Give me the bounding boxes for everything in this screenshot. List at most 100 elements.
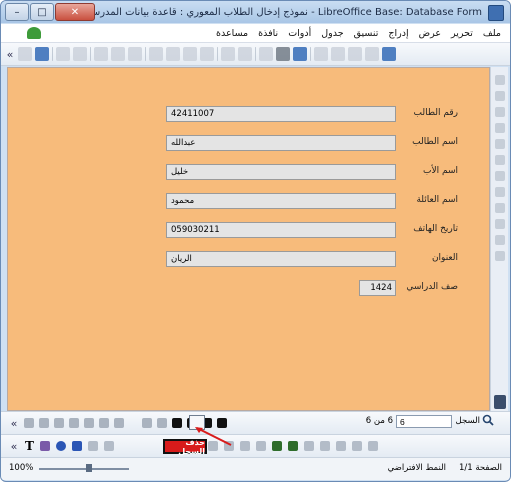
- record-number-input[interactable]: [396, 415, 452, 428]
- menu-view[interactable]: عرض: [414, 28, 446, 39]
- extrusion-icon[interactable]: [319, 441, 330, 451]
- curve-tool-icon[interactable]: [39, 441, 50, 451]
- autofilter-icon[interactable]: [84, 418, 94, 428]
- open-icon[interactable]: [35, 47, 49, 61]
- listbox-icon[interactable]: [494, 203, 505, 213]
- menu-insert[interactable]: إدراج: [383, 28, 413, 39]
- toolbar-separator: [145, 47, 146, 61]
- field-label-father-name: اسم الأب: [423, 166, 458, 176]
- sort-icon[interactable]: [24, 418, 34, 428]
- text-tool-icon[interactable]: T: [25, 439, 34, 453]
- undo-icon[interactable]: [221, 47, 235, 61]
- redo-icon[interactable]: [238, 47, 252, 61]
- search-icon[interactable]: [482, 414, 494, 426]
- line-tool-icon[interactable]: [87, 441, 98, 451]
- rectangle-tool-icon[interactable]: [71, 441, 82, 451]
- textbox-icon[interactable]: [494, 155, 505, 165]
- table-icon[interactable]: [276, 47, 290, 61]
- field-label-phone: تاريخ الهاتف: [413, 224, 458, 234]
- label-icon[interactable]: [494, 171, 505, 181]
- navbar-handle-icon[interactable]: «: [9, 417, 19, 430]
- new-icon[interactable]: [18, 47, 32, 61]
- push-button-icon[interactable]: [494, 235, 505, 245]
- menu-window[interactable]: نافذة: [253, 28, 283, 39]
- copy-icon[interactable]: [166, 47, 180, 61]
- datasources-icon[interactable]: [331, 47, 345, 61]
- sort-asc-icon[interactable]: [54, 418, 64, 428]
- document-icon[interactable]: [27, 27, 41, 39]
- student-id-field[interactable]: 42411007: [166, 106, 396, 122]
- gallery-icon[interactable]: [314, 47, 328, 61]
- navigator-icon[interactable]: [293, 47, 307, 61]
- arrange-icon[interactable]: [351, 441, 362, 451]
- menu-edit[interactable]: تحرير: [446, 28, 478, 39]
- menu-format[interactable]: تنسيق: [349, 28, 384, 39]
- format-paint-icon[interactable]: [200, 47, 214, 61]
- menu-help[interactable]: مساعدة: [211, 28, 253, 39]
- paste-icon[interactable]: [183, 47, 197, 61]
- page-status: الصفحة 1/1: [458, 463, 502, 473]
- control-icon[interactable]: [494, 107, 505, 117]
- from-file-icon[interactable]: [303, 441, 314, 451]
- filter-icon[interactable]: [39, 418, 49, 428]
- next-record-icon[interactable]: [172, 418, 182, 428]
- zoom-level[interactable]: 100%: [9, 463, 33, 473]
- checkbox-icon[interactable]: [494, 139, 505, 149]
- drawbar-handle-icon[interactable]: «: [9, 440, 19, 453]
- maximize-button[interactable]: □: [30, 3, 54, 21]
- form-navigator-icon[interactable]: [493, 395, 506, 409]
- menu-tools[interactable]: أدوات: [283, 28, 316, 39]
- student-name-field[interactable]: عبدالله: [166, 135, 396, 151]
- toolbar-handle-icon[interactable]: «: [5, 48, 15, 61]
- field-label-address: العنوان: [431, 253, 458, 263]
- save-icon[interactable]: [56, 47, 70, 61]
- menu-file[interactable]: ملف: [478, 28, 506, 39]
- minimize-button[interactable]: –: [5, 3, 29, 21]
- status-bar: 100% النمط الافتراضي الصفحة 1/1: [1, 457, 510, 480]
- close-button[interactable]: ✕: [55, 3, 95, 21]
- cut-icon[interactable]: [149, 47, 163, 61]
- combobox-icon[interactable]: [494, 219, 505, 229]
- ellipse-tool-icon[interactable]: [55, 441, 66, 451]
- spellcheck-icon[interactable]: [128, 47, 142, 61]
- refresh-control-icon[interactable]: [114, 418, 124, 428]
- help-icon[interactable]: [382, 47, 396, 61]
- select-icon[interactable]: [494, 75, 505, 85]
- print-icon[interactable]: [94, 47, 108, 61]
- window-controls: – □ ✕: [5, 3, 95, 21]
- refresh-icon[interactable]: [99, 418, 109, 428]
- callouts-icon[interactable]: [239, 441, 250, 451]
- zoom-slider[interactable]: [39, 468, 129, 470]
- zoom-slider-thumb[interactable]: [86, 464, 92, 472]
- preview-icon[interactable]: [111, 47, 125, 61]
- zoom-icon[interactable]: [365, 47, 379, 61]
- image-button-icon[interactable]: [494, 251, 505, 261]
- family-name-field[interactable]: محمود: [166, 193, 396, 209]
- design-mode-icon[interactable]: [494, 91, 505, 101]
- phone-field[interactable]: 059030211: [166, 222, 396, 238]
- title-bar: LibreOffice Base: Database Form - نموذج …: [1, 1, 510, 23]
- father-name-field[interactable]: خليل: [166, 164, 396, 180]
- fontwork-icon[interactable]: [287, 441, 298, 451]
- points-icon[interactable]: [271, 441, 282, 451]
- option-icon[interactable]: [494, 187, 505, 197]
- nonprinting-icon[interactable]: [348, 47, 362, 61]
- group-icon[interactable]: [367, 441, 378, 451]
- sort-desc-icon[interactable]: [69, 418, 79, 428]
- field-label-family-name: اسم العائلة: [416, 195, 458, 205]
- undo-record-icon[interactable]: [142, 418, 152, 428]
- hyperlink-icon[interactable]: [259, 47, 273, 61]
- edit-icon[interactable]: [73, 47, 87, 61]
- align-icon[interactable]: [335, 441, 346, 451]
- menu-table[interactable]: جدول: [316, 28, 348, 39]
- save-record-icon[interactable]: [157, 418, 167, 428]
- address-field[interactable]: الريان: [166, 251, 396, 267]
- select-tool-icon[interactable]: [103, 441, 114, 451]
- drawing-toolbar: « T: [1, 434, 510, 457]
- toolbar-separator: [52, 47, 53, 61]
- field-label-grade: صف الدراسي: [406, 282, 458, 292]
- grade-field[interactable]: 1424: [359, 280, 396, 296]
- form-icon[interactable]: [494, 123, 505, 133]
- app-icon: [488, 5, 504, 21]
- stars-icon[interactable]: [255, 441, 266, 451]
